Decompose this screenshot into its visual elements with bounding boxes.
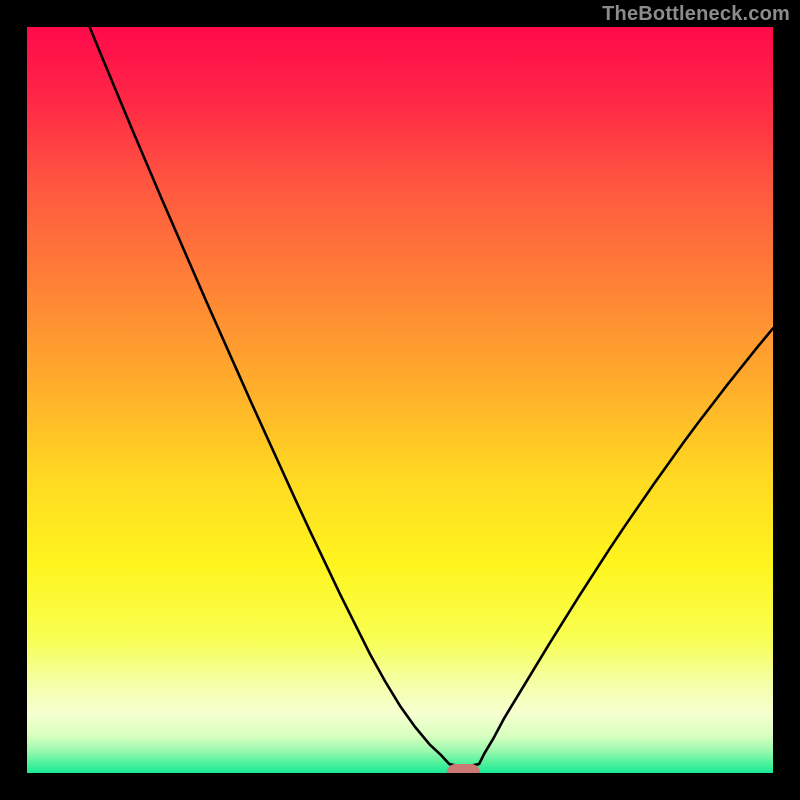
gradient-background [27, 27, 773, 773]
attribution-text: TheBottleneck.com [602, 3, 790, 26]
plot-area [27, 27, 773, 773]
optimum-marker [447, 764, 481, 773]
chart-svg [27, 27, 773, 773]
chart-frame: TheBottleneck.com [0, 0, 800, 800]
